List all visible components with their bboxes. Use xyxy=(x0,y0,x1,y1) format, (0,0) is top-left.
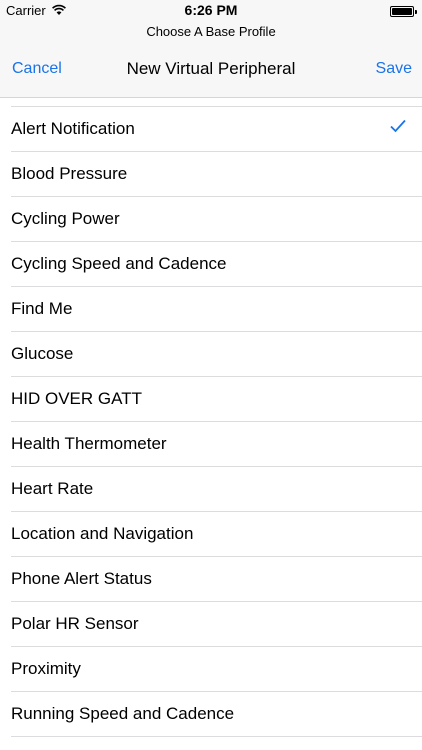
list-item[interactable]: HID OVER GATT xyxy=(0,377,422,422)
list-item-label: Running Speed and Cadence xyxy=(11,704,235,723)
list-item-label: Polar HR Sensor xyxy=(11,614,139,633)
prompt-text: Choose A Base Profile xyxy=(0,22,422,44)
list-item-label: Blood Pressure xyxy=(11,164,128,183)
status-bar: Carrier 6:26 PM xyxy=(0,0,422,22)
list-item-label: Phone Alert Status xyxy=(11,569,152,588)
list-item-label: Location and Navigation xyxy=(11,524,194,543)
list-item-label: Heart Rate xyxy=(11,479,94,498)
profile-list[interactable]: Alert Notification Blood Pressure Cycling … xyxy=(0,98,422,750)
list-item[interactable]: Cycling Speed and Cadence xyxy=(0,242,422,287)
list-item-label: HID OVER GATT xyxy=(11,389,142,408)
list-item[interactable]: Running Speed and Cadence xyxy=(0,692,422,737)
row-separator xyxy=(11,736,422,737)
list-item[interactable]: Proximity xyxy=(0,647,422,692)
list-item[interactable]: Alert Notification xyxy=(0,107,422,152)
list-item-partial xyxy=(0,98,422,107)
list-item-label: Alert Notification xyxy=(11,119,135,138)
list-item[interactable]: Blood Pressure xyxy=(0,152,422,197)
checkmark-icon xyxy=(390,119,406,133)
list-item[interactable]: Cycling Power xyxy=(0,197,422,242)
list-item-label: Find Me xyxy=(11,299,73,318)
list-item[interactable]: Health Thermometer xyxy=(0,422,422,467)
list-item[interactable]: Phone Alert Status xyxy=(0,557,422,602)
list-item[interactable]: Find Me xyxy=(0,287,422,332)
list-item-label: Health Thermometer xyxy=(11,434,167,453)
clock: 6:26 PM xyxy=(184,2,238,18)
list-item[interactable]: Heart Rate xyxy=(0,467,422,512)
list-item-label: Proximity xyxy=(11,659,81,678)
list-item-label: Cycling Power xyxy=(11,209,120,228)
save-button[interactable]: Save xyxy=(376,60,412,78)
list-item-label: Cycling Speed and Cadence xyxy=(11,254,227,273)
list-item[interactable]: Polar HR Sensor xyxy=(0,602,422,647)
list-item[interactable]: Glucose xyxy=(0,332,422,377)
navigation-bar: Cancel New Virtual Peripheral Save xyxy=(0,44,422,98)
list-item[interactable]: Location and Navigation xyxy=(0,512,422,557)
page-title: New Virtual Peripheral xyxy=(126,59,296,78)
list-item-label: Glucose xyxy=(11,344,74,363)
battery-icon xyxy=(390,6,417,17)
